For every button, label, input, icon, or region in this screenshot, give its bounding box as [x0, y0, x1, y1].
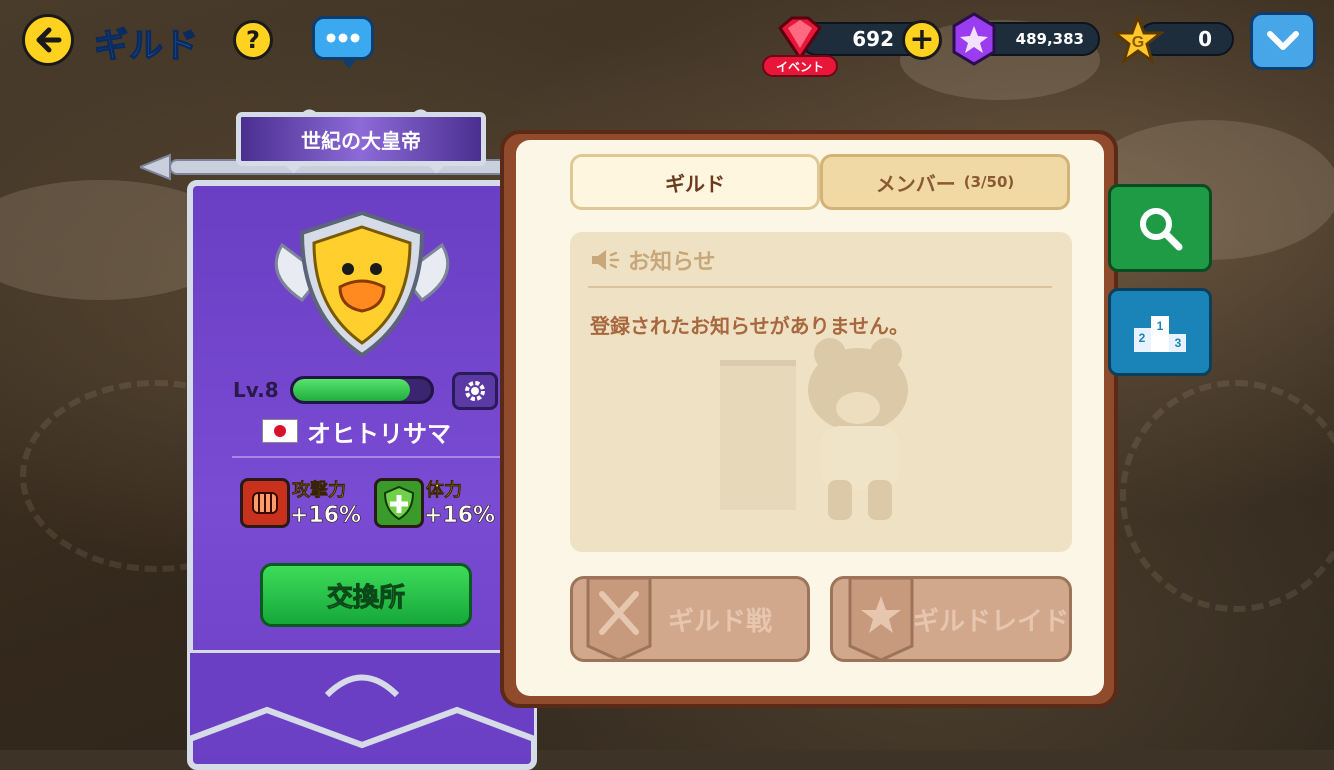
star-wings-icon: [848, 576, 914, 662]
speaker-icon: [592, 250, 620, 270]
buy-gems-button[interactable]: +: [902, 20, 942, 60]
gold-amount: 0: [1198, 27, 1212, 51]
health-buff-value: +16%: [424, 503, 496, 529]
health-buff-name: 体力: [426, 480, 463, 502]
plus-icon: +: [909, 22, 935, 57]
chat-button[interactable]: [312, 16, 374, 69]
guild-ranking-tab[interactable]: 1 2 3: [1108, 288, 1212, 376]
health-cross-icon: [383, 485, 415, 521]
svg-text:3: 3: [1175, 336, 1182, 350]
exchange-button-label: 交換所: [326, 582, 405, 613]
brown-bear-mascot-illustration: [720, 338, 908, 520]
tab-members-label: メンバー: [875, 171, 956, 196]
back-button[interactable]: [22, 14, 74, 66]
tab-guild-label: ギルド: [665, 171, 725, 196]
guild-name-plate: 世紀の大皇帝: [236, 112, 486, 166]
tab-members[interactable]: メンバー (3/50): [820, 154, 1070, 210]
podium-icon: 1 2 3: [1134, 316, 1186, 352]
map-road: [1120, 380, 1334, 612]
search-icon: [1140, 208, 1183, 251]
help-button[interactable]: ?: [233, 20, 273, 60]
guild-level-fill: [293, 379, 411, 401]
fist-icon: [252, 492, 278, 514]
notice-header: お知らせ: [590, 244, 716, 276]
svg-text:G: G: [1132, 34, 1144, 51]
event-badge: イベント: [762, 55, 838, 77]
gold-star-icon: G: [1112, 14, 1164, 65]
swords-icon: [586, 576, 652, 662]
tab-guild[interactable]: ギルド: [570, 154, 820, 210]
guild-master-name: オヒトリサマ: [307, 420, 451, 448]
svg-text:1: 1: [1157, 319, 1164, 333]
settings-icon: [465, 381, 485, 401]
attack-buff-icon: [240, 478, 290, 528]
banner-divider: [232, 456, 502, 458]
health-buff-icon: [374, 478, 424, 528]
guild-name: 世紀の大皇帝: [301, 128, 421, 153]
guild-level-bar: [290, 376, 434, 404]
back-arrow-icon: [36, 27, 62, 53]
crystal-amount: 489,383: [1015, 30, 1084, 48]
japan-flag-icon: [262, 419, 298, 443]
attack-buff-value: +16%: [290, 503, 362, 529]
attack-buff-name: 攻撃力: [292, 480, 347, 502]
purple-crystal-icon: [952, 12, 996, 66]
guild-level: Lv.8: [233, 378, 279, 402]
guild-settings-button[interactable]: [452, 372, 498, 410]
notice-divider: [588, 286, 1052, 288]
gem-amount: 692: [852, 27, 894, 51]
chat-icon: [326, 33, 360, 43]
guild-raid-label: ギルドレイド: [913, 606, 1070, 637]
banner-bottom-ornament: [187, 650, 537, 749]
help-icon: ?: [246, 26, 260, 54]
menu-toggle-button[interactable]: [1250, 12, 1316, 70]
guild-emblem-icon: [274, 210, 450, 358]
tab-members-count: (3/50): [963, 173, 1015, 191]
svg-text:2: 2: [1139, 331, 1146, 345]
flag-sun: [274, 425, 286, 437]
exchange-button[interactable]: 交換所: [260, 563, 472, 627]
chevron-down-icon: [1267, 31, 1299, 50]
notice-title: お知らせ: [628, 250, 716, 275]
guild-search-tab[interactable]: [1108, 184, 1212, 272]
guild-war-label: ギルド戦: [667, 606, 772, 637]
